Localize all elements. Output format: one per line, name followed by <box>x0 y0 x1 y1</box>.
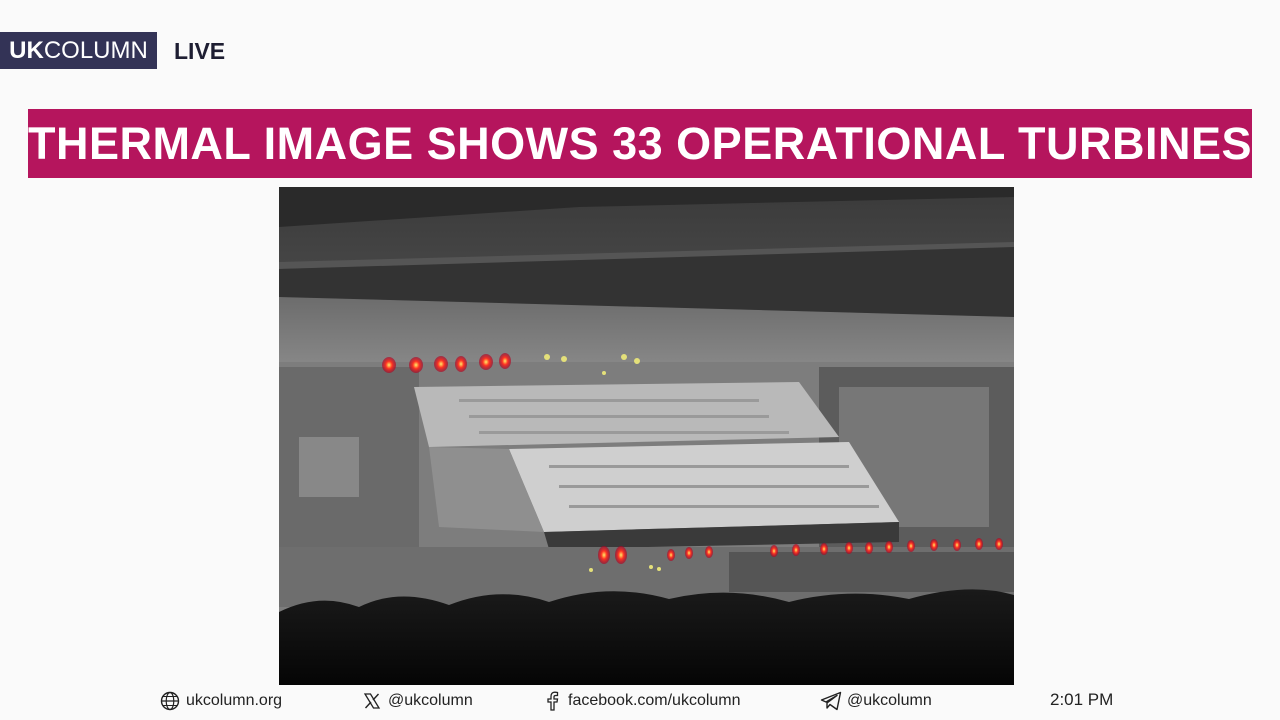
headline-banner: THERMAL IMAGE SHOWS 33 OPERATIONAL TURBI… <box>28 109 1252 178</box>
telegram-icon <box>820 690 842 712</box>
clock-time: 2:01 PM <box>1050 690 1114 709</box>
footer-x[interactable]: @ukcolumn <box>361 688 473 714</box>
headline-text: THERMAL IMAGE SHOWS 33 OPERATIONAL TURBI… <box>27 117 1253 169</box>
facebook-icon <box>541 690 563 712</box>
globe-icon <box>159 690 181 712</box>
thermal-aerial-image <box>279 187 1014 685</box>
logo-uk: UK <box>9 36 44 64</box>
live-label: LIVE <box>174 38 226 64</box>
facebook-label: facebook.com/ukcolumn <box>568 692 741 709</box>
telegram-label: @ukcolumn <box>847 692 932 709</box>
footer-facebook[interactable]: facebook.com/ukcolumn <box>541 688 741 714</box>
broadcast-frame: UK COLUMN LIVE THERMAL IMAGE SHOWS 33 OPE… <box>0 0 1280 720</box>
footer-website[interactable]: ukcolumn.org <box>159 688 282 714</box>
thermal-video <box>279 187 1014 685</box>
x-logo-icon <box>361 690 383 712</box>
logo-column: COLUMN <box>43 36 148 64</box>
ukcolumn-logo: UK COLUMN <box>0 32 157 69</box>
website-label: ukcolumn.org <box>186 692 283 709</box>
x-handle-label: @ukcolumn <box>388 692 473 709</box>
footer-telegram[interactable]: @ukcolumn <box>820 688 932 714</box>
